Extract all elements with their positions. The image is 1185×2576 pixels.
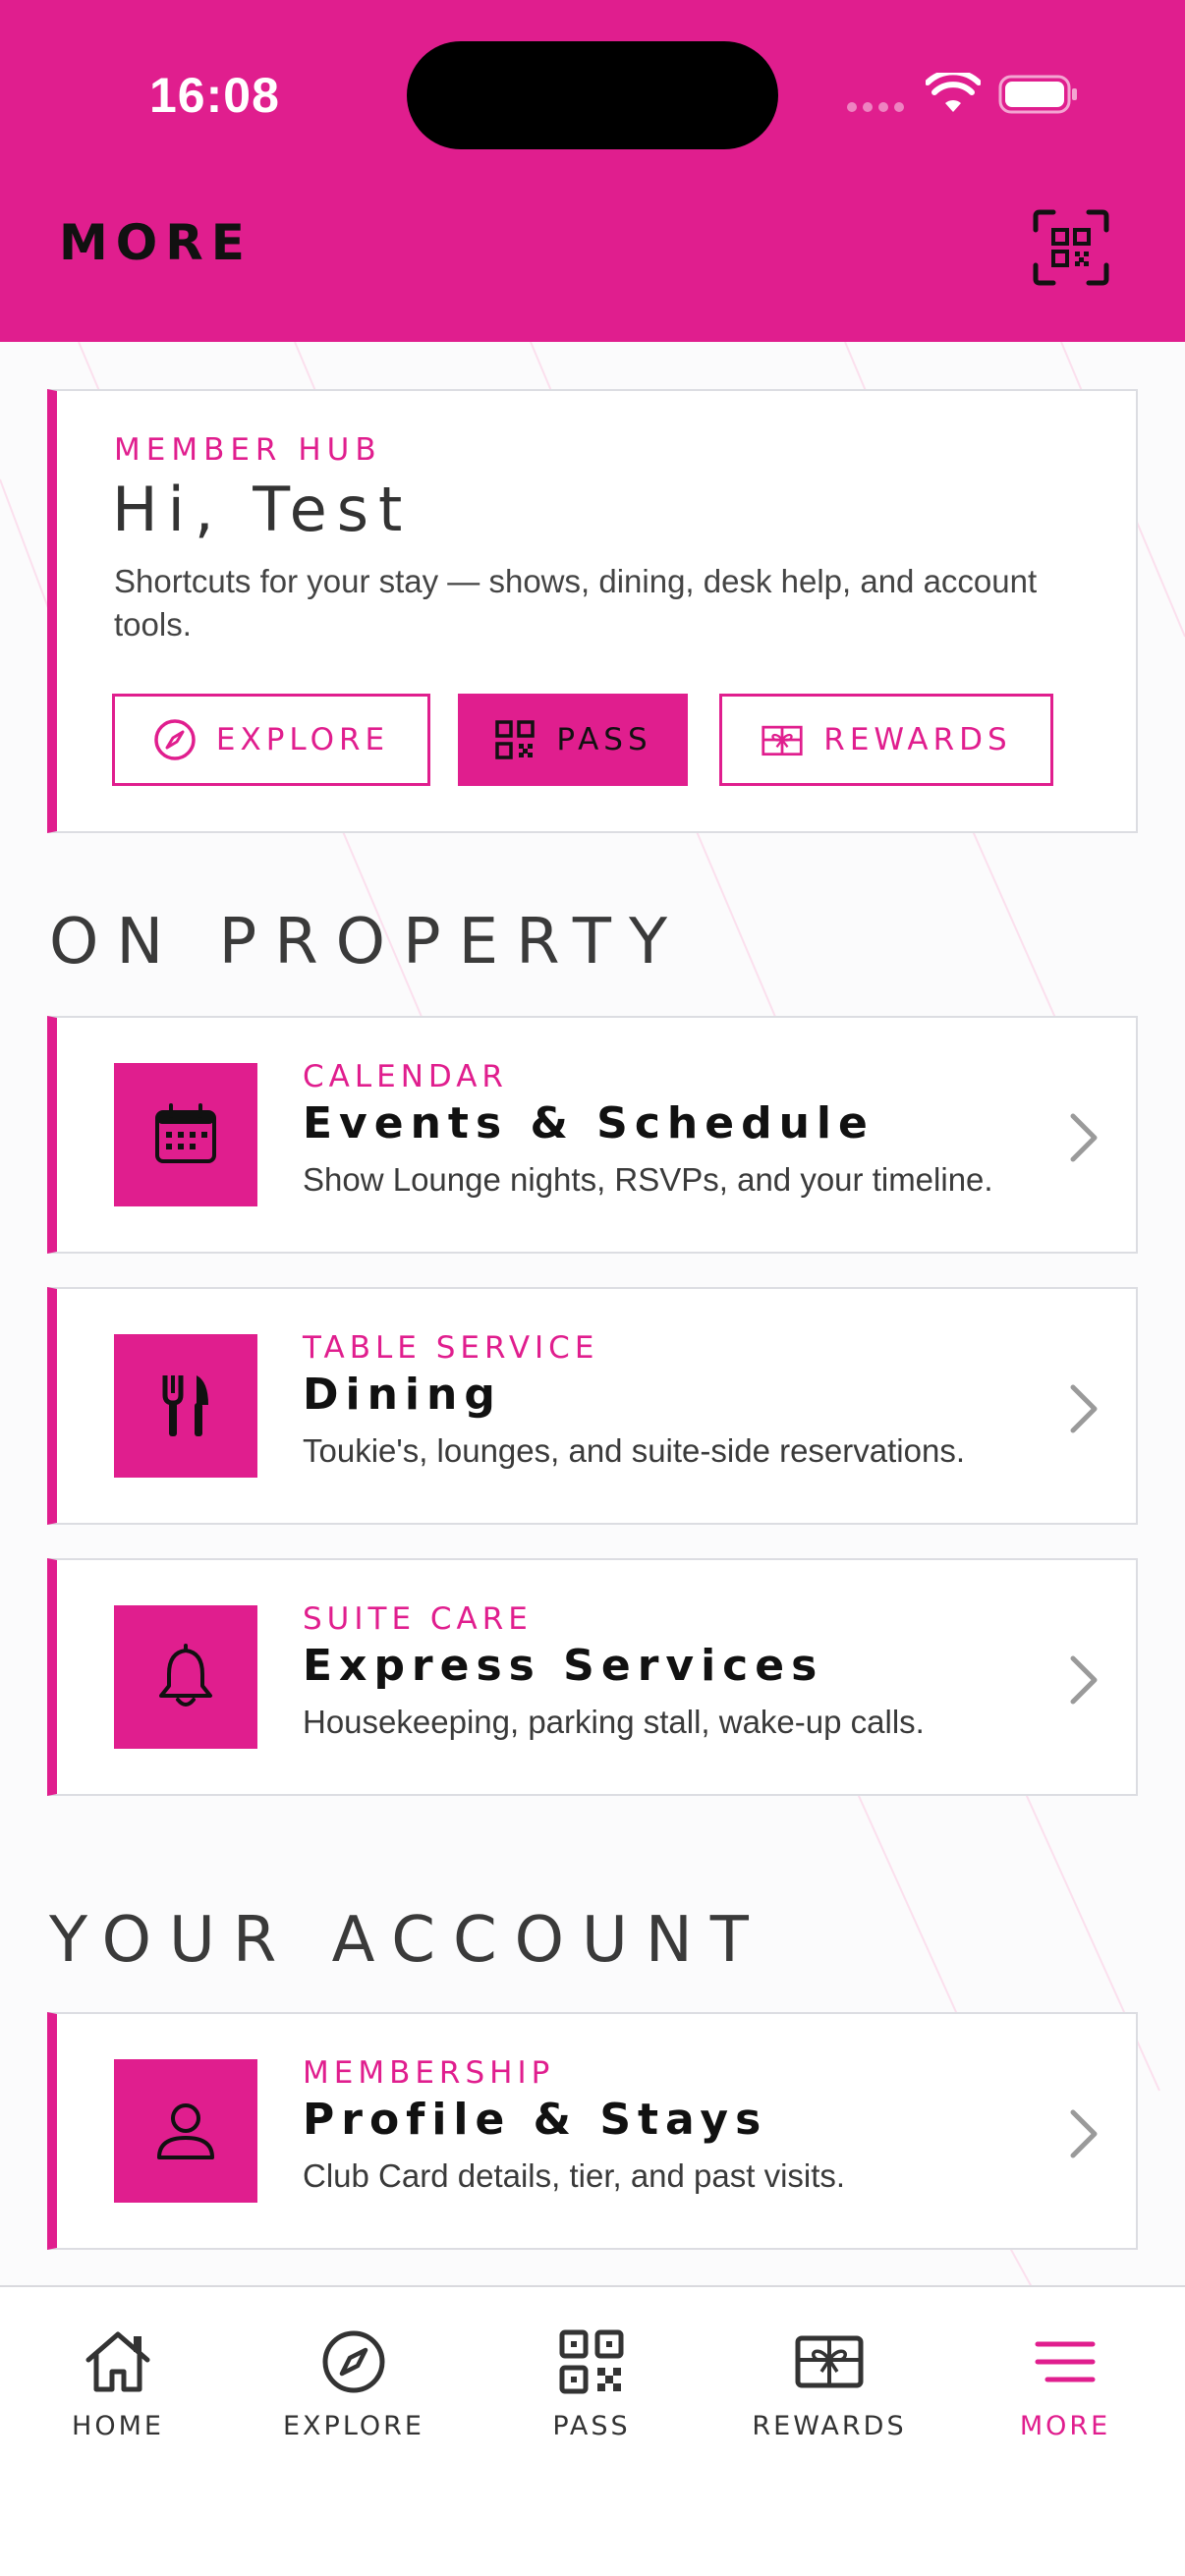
fork-knife-icon xyxy=(162,1375,208,1436)
tab-more[interactable]: MORE xyxy=(967,2326,1163,2464)
chevron-right-icon xyxy=(1070,2109,1098,2158)
app-header: 16:08 MORE xyxy=(0,0,1185,342)
compass-icon xyxy=(154,719,196,760)
qr-code-icon xyxy=(495,720,536,759)
wifi-icon xyxy=(926,73,981,112)
rewards-button-label: REWARDS xyxy=(823,722,1012,757)
qr-code-icon xyxy=(559,2329,624,2394)
tab-label: MORE xyxy=(1019,2411,1111,2441)
row-title: Express Services xyxy=(303,1641,824,1691)
menu-row-profile[interactable]: MEMBERSHIP Profile & Stays Club Card det… xyxy=(47,2012,1138,2250)
tab-label: EXPLORE xyxy=(283,2411,424,2441)
explore-button[interactable]: EXPLORE xyxy=(112,694,430,786)
page-title: MORE xyxy=(59,214,253,271)
row-icon-tile xyxy=(114,2059,257,2203)
menu-row-dining[interactable]: TABLE SERVICE Dining Toukie's, lounges, … xyxy=(47,1287,1138,1525)
section-title-on-property: ON PROPERTY xyxy=(49,906,686,979)
section-title-your-account: YOUR ACCOUNT xyxy=(49,1904,766,1977)
row-description: Club Card details, tier, and past visits… xyxy=(303,2157,846,2194)
gift-icon xyxy=(795,2335,864,2388)
row-icon-tile xyxy=(114,1334,257,1478)
menu-icon xyxy=(1035,2341,1096,2382)
home-icon xyxy=(85,2331,150,2392)
pass-button-label: PASS xyxy=(556,722,652,757)
row-eyebrow: MEMBERSHIP xyxy=(303,2055,555,2091)
cellular-signal-icon xyxy=(847,102,904,112)
tab-label: REWARDS xyxy=(752,2411,907,2441)
row-description: Show Lounge nights, RSVPs, and your time… xyxy=(303,1161,993,1198)
status-time: 16:08 xyxy=(149,68,280,123)
person-icon xyxy=(157,2103,214,2159)
tab-rewards[interactable]: REWARDS xyxy=(731,2326,928,2464)
compass-icon xyxy=(322,2330,385,2393)
battery-icon xyxy=(998,75,1077,114)
hub-greeting: Hi, Test xyxy=(112,474,413,545)
row-description: Toukie's, lounges, and suite-side reserv… xyxy=(303,1432,966,1469)
tab-home[interactable]: HOME xyxy=(20,2326,216,2464)
tab-label: HOME xyxy=(72,2411,164,2441)
tab-label: PASS xyxy=(552,2411,631,2441)
hub-description: Shortcuts for your stay — shows, dining,… xyxy=(114,563,1038,643)
tab-explore[interactable]: EXPLORE xyxy=(255,2326,452,2464)
pass-button[interactable]: PASS xyxy=(458,694,688,786)
chevron-right-icon xyxy=(1070,1113,1098,1162)
row-title: Events & Schedule xyxy=(303,1098,875,1148)
calendar-icon xyxy=(155,1103,216,1163)
row-eyebrow: TABLE SERVICE xyxy=(303,1330,599,1366)
chevron-right-icon xyxy=(1070,1384,1098,1433)
gift-icon xyxy=(762,725,803,756)
member-hub-card: MEMBER HUB Hi, Test Shortcuts for your s… xyxy=(47,389,1138,833)
hub-eyebrow: MEMBER HUB xyxy=(114,432,382,468)
chevron-right-icon xyxy=(1070,1655,1098,1705)
explore-button-label: EXPLORE xyxy=(215,722,390,757)
bell-icon xyxy=(159,1644,212,1707)
tab-pass[interactable]: PASS xyxy=(493,2326,690,2464)
row-eyebrow: SUITE CARE xyxy=(303,1601,533,1637)
qr-scan-icon[interactable] xyxy=(1032,208,1110,287)
row-icon-tile xyxy=(114,1063,257,1206)
tab-bar: HOME EXPLORE PASS REWARDS MORE xyxy=(0,2285,1185,2576)
row-eyebrow: CALENDAR xyxy=(303,1059,508,1094)
row-title: Dining xyxy=(303,1370,502,1420)
row-description: Housekeeping, parking stall, wake-up cal… xyxy=(303,1704,925,1740)
menu-row-events[interactable]: CALENDAR Events & Schedule Show Lounge n… xyxy=(47,1016,1138,1254)
menu-row-express-services[interactable]: SUITE CARE Express Services Housekeeping… xyxy=(47,1558,1138,1796)
row-title: Profile & Stays xyxy=(303,2095,768,2145)
dynamic-island xyxy=(407,41,778,149)
rewards-button[interactable]: REWARDS xyxy=(719,694,1053,786)
row-icon-tile xyxy=(114,1605,257,1749)
